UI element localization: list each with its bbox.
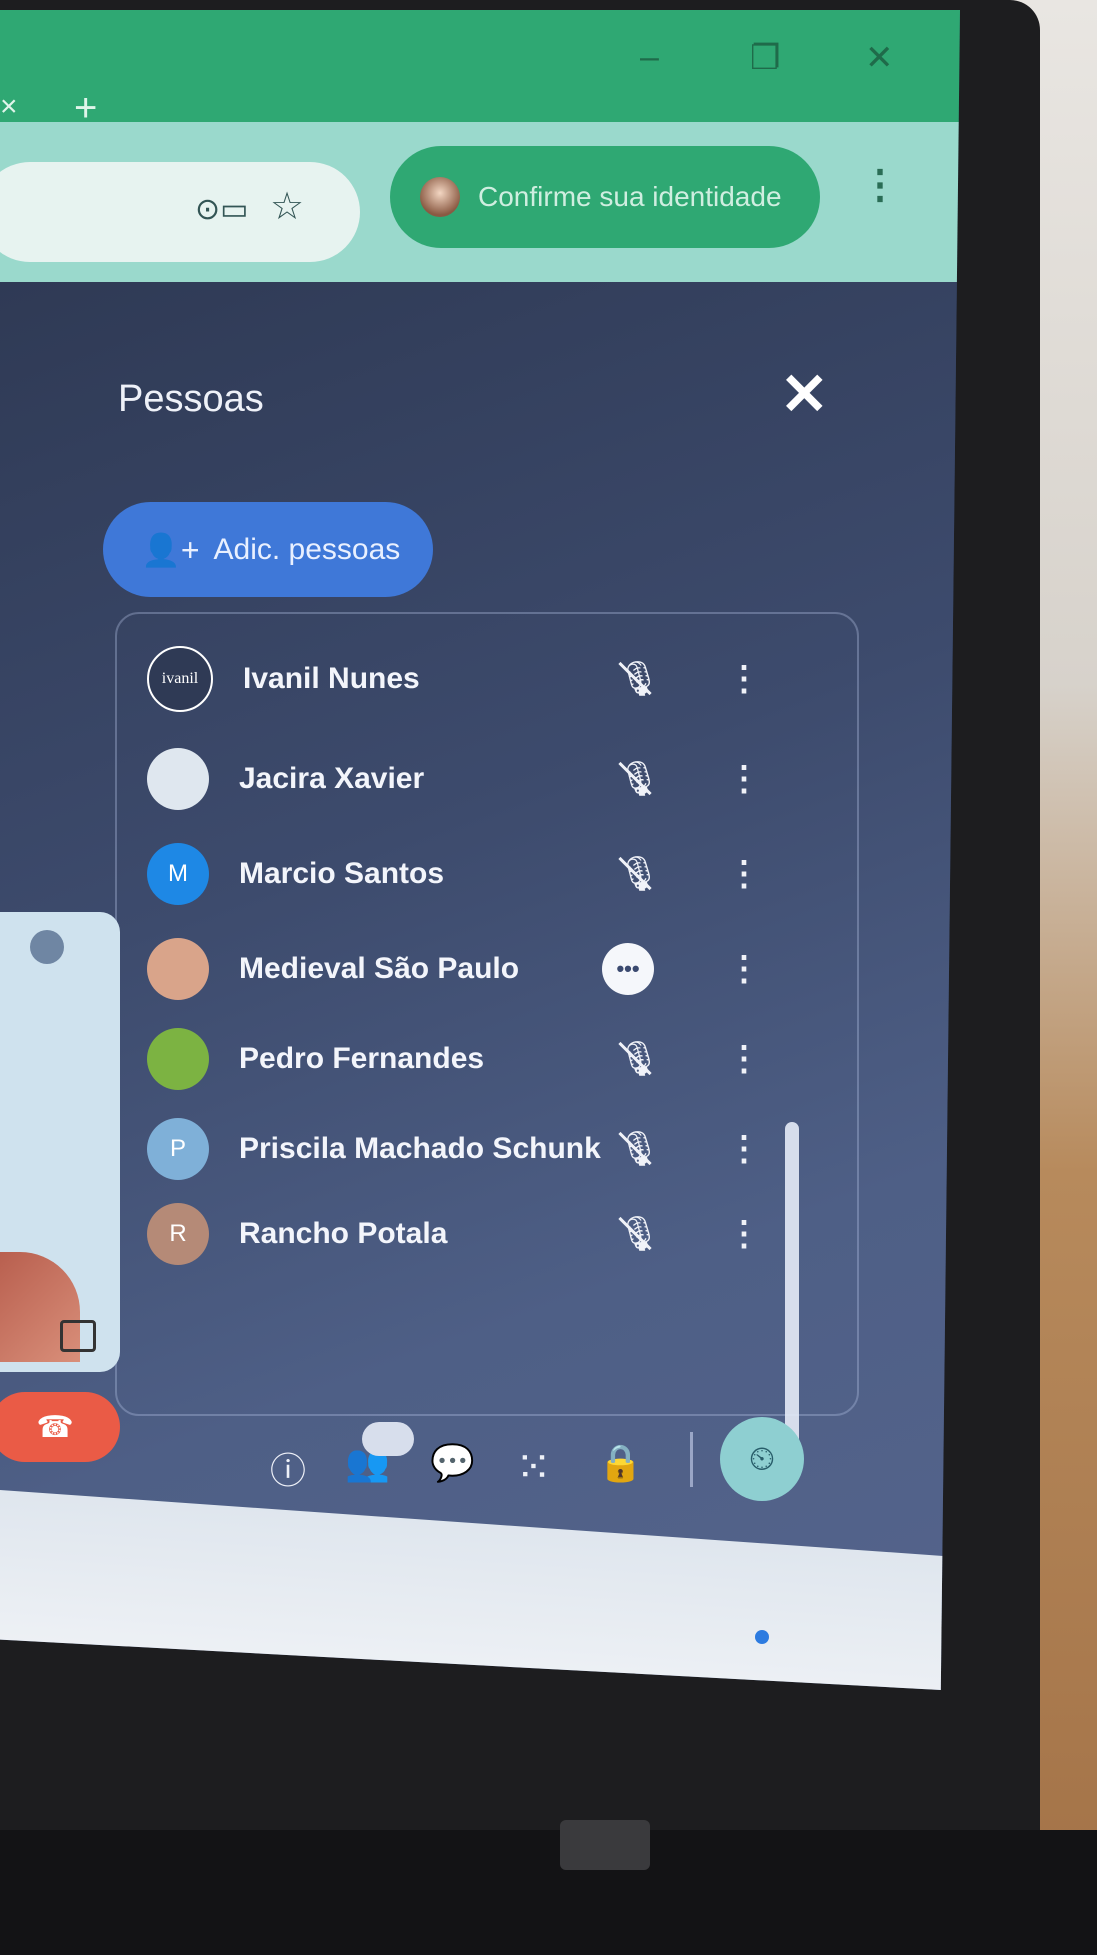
participant-name: Jacira Xavier bbox=[239, 762, 425, 795]
add-people-button[interactable]: 👤+ Adic. pessoas bbox=[103, 502, 433, 597]
people-count-badge bbox=[362, 1422, 414, 1456]
mic-off-icon: 🎙 bbox=[617, 1130, 661, 1168]
participant-menu-icon[interactable]: ⋮ bbox=[727, 1214, 761, 1254]
browser-menu-icon[interactable]: ⋮ bbox=[860, 162, 900, 208]
participant-menu-icon[interactable]: ⋮ bbox=[727, 854, 761, 894]
participant-menu-icon[interactable]: ⋮ bbox=[727, 759, 761, 799]
add-people-label: Adic. pessoas bbox=[213, 532, 401, 566]
participant-name: Pedro Fernandes bbox=[239, 1042, 485, 1075]
participant-row[interactable]: M Marcio Santos 🎙 ⋮ bbox=[117, 824, 837, 924]
avatar bbox=[147, 938, 209, 1000]
add-person-icon: 👤+ bbox=[141, 531, 200, 568]
chat-icon[interactable]: 💬 bbox=[430, 1442, 475, 1484]
close-panel-icon[interactable]: ✕ bbox=[780, 360, 829, 428]
key-icon[interactable]: ⊙▭ bbox=[195, 192, 248, 227]
tab-close-icon[interactable]: × bbox=[0, 90, 18, 124]
tray-indicator-icon bbox=[755, 1630, 769, 1644]
participant-menu-icon[interactable]: ⋮ bbox=[727, 949, 761, 989]
participant-menu-icon[interactable]: ⋮ bbox=[727, 1129, 761, 1169]
avatar: M bbox=[147, 843, 209, 905]
star-icon[interactable]: ☆ bbox=[270, 184, 304, 229]
participant-row[interactable]: Jacira Xavier 🎙 ⋮ bbox=[117, 729, 837, 829]
close-window-icon[interactable]: ✕ bbox=[865, 38, 894, 78]
avatar: R bbox=[147, 1203, 209, 1265]
participant-name: Priscila Machado Schunk bbox=[239, 1132, 601, 1165]
identity-chip-label: Confirme sua identidade bbox=[478, 181, 782, 212]
avatar: ivanil bbox=[147, 646, 213, 712]
participants-scrollbar[interactable] bbox=[785, 1122, 799, 1472]
end-call-button[interactable]: ☎ bbox=[0, 1392, 120, 1462]
more-options-bubble[interactable]: ••• bbox=[602, 943, 654, 995]
restore-icon[interactable]: ❐ bbox=[750, 38, 780, 78]
tile-expand-icon[interactable] bbox=[60, 1320, 96, 1352]
participant-menu-icon[interactable]: ⋮ bbox=[727, 659, 761, 699]
participant-name: Rancho Potala bbox=[239, 1217, 448, 1250]
participant-name: Marcio Santos bbox=[239, 857, 445, 890]
identity-chip[interactable]: Confirme sua identidade bbox=[390, 146, 820, 248]
address-bar[interactable]: ⊙▭ ☆ bbox=[0, 162, 360, 262]
apps-icon[interactable]: ⁙ bbox=[515, 1442, 552, 1493]
meet-main: Pessoas ✕ 👤+ Adic. pessoas ivanil Ivanil… bbox=[0, 282, 960, 1690]
avatar: P bbox=[147, 1118, 209, 1180]
toolbar-divider bbox=[690, 1432, 693, 1487]
info-icon[interactable]: ⓘ bbox=[270, 1442, 306, 1494]
participant-menu-icon[interactable]: ⋮ bbox=[727, 1039, 761, 1079]
panel-title: Pessoas bbox=[118, 378, 264, 420]
avatar bbox=[147, 1028, 209, 1090]
self-video-tile[interactable] bbox=[0, 912, 120, 1372]
participants-list: ivanil Ivanil Nunes 🎙 ⋮ Jacira Xavier 🎙 … bbox=[115, 612, 859, 1416]
mic-off-icon: 🎙 bbox=[617, 1040, 661, 1078]
mic-off-icon: 🎙 bbox=[617, 760, 661, 798]
participant-name: Ivanil Nunes bbox=[243, 662, 420, 695]
participant-row[interactable]: Pedro Fernandes 🎙 ⋮ bbox=[117, 1009, 837, 1109]
activities-button[interactable]: ⏲ bbox=[720, 1417, 804, 1501]
browser-tabstrip: × + – ❐ ✕ bbox=[0, 10, 960, 130]
participant-name: Medieval São Paulo bbox=[239, 952, 520, 985]
profile-avatar bbox=[420, 177, 460, 217]
host-controls-icon[interactable]: 🔒 bbox=[598, 1442, 643, 1484]
minimize-icon[interactable]: – bbox=[640, 38, 659, 77]
laptop-hinge bbox=[560, 1820, 650, 1870]
participant-row[interactable]: Medieval São Paulo ••• ⋮ bbox=[117, 919, 837, 1019]
avatar bbox=[147, 748, 209, 810]
pin-icon[interactable] bbox=[30, 930, 64, 964]
mic-off-icon: 🎙 bbox=[617, 660, 661, 698]
laptop-screen: × + – ❐ ✕ ⊙▭ ☆ Confirme sua identidade ⋮… bbox=[0, 10, 960, 1690]
browser-toolbar: ⊙▭ ☆ Confirme sua identidade ⋮ bbox=[0, 122, 960, 282]
mic-off-icon: 🎙 bbox=[617, 1215, 661, 1253]
laptop-keyboard bbox=[0, 1830, 1097, 1955]
mic-off-icon: 🎙 bbox=[617, 855, 661, 893]
participant-row[interactable]: ivanil Ivanil Nunes 🎙 ⋮ bbox=[117, 629, 837, 729]
participant-row[interactable]: R Rancho Potala 🎙 ⋮ bbox=[117, 1184, 837, 1284]
